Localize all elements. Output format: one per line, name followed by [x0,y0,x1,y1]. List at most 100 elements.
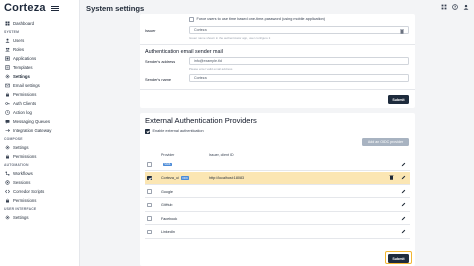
user-icon [4,38,10,43]
force-totp-checkbox[interactable] [189,17,194,22]
edit-pencil-icon[interactable] [401,202,406,207]
queue-icon [4,119,10,124]
sender-name-label: Sender's name [145,77,172,82]
table-row[interactable]: LinkedIn [145,226,410,239]
edit-pencil-icon[interactable] [401,175,406,180]
sidebar-item-users[interactable]: Users [0,36,79,45]
sidebar-section-label: SYSTEM [4,30,20,34]
avatar-icon[interactable] [463,4,469,10]
trash-icon[interactable] [389,175,394,180]
provider-name-text: Google [161,189,173,194]
sidebar-item-email-settings[interactable]: Email settings [0,81,79,90]
provider-enabled-checkbox[interactable] [147,175,152,180]
logo[interactable]: Corteza [0,0,79,16]
provider-enabled-checkbox[interactable] [147,229,152,234]
gateway-icon [4,128,10,133]
sender-address-input[interactable]: info@example.tld [189,57,409,65]
sender-address-label: Sender's address [145,59,176,64]
issuer-label: Issuer [145,28,156,33]
add-oidc-provider-button[interactable]: Add an OIDC provider [362,138,409,146]
table-row[interactable]: Facebook [145,212,410,225]
sidebar-item-label: Workflows [13,171,33,176]
sender-name-input[interactable]: Corteza [189,74,409,82]
issuer-column-header: Issuer, client ID [209,153,234,157]
sidebar-item-templates[interactable]: Templates [0,63,79,72]
sidebar-section-label: AUTOMATION [4,163,29,167]
sidebar-item-label: Permissions [13,198,37,203]
sidebar-item-messaging-queues[interactable]: Messaging Queues [0,117,79,126]
provider-name-text: GitHub [161,203,173,207]
force-totp-row: Force users to use time based one-time-p… [189,17,325,22]
sidebar-item-integration-gateway[interactable]: Integration Gateway [0,126,79,135]
table-row[interactable]: Corteza_ui OIDC http://localhost:18083 [145,171,410,185]
logo-text: Corteza [4,2,46,14]
sidebar-item-settings[interactable]: Settings [0,143,79,152]
enable-external-checkbox[interactable] [145,129,150,134]
sidebar-item-permissions[interactable]: Permissions [0,152,79,161]
sessions-icon [4,180,10,185]
log-icon [4,110,10,115]
provider-enabled-checkbox[interactable] [147,162,152,167]
provider-name-text: LinkedIn [161,230,175,234]
sidebar-section-label: USER INTERFACE [4,207,37,211]
sidebar-item-permissions[interactable]: Permissions [0,196,79,205]
sender-submit-button[interactable]: Submit [388,95,409,104]
sidebar-item-dashboard[interactable]: Dashboard [0,19,79,28]
page-title: System settings [86,3,145,13]
menu-toggle-icon[interactable] [50,5,59,11]
submit-focus-ring [385,251,412,264]
sidebar-nav: Dashboard SYSTEM Users Roles Applications Tem… [0,16,79,222]
provider-column-header: Provider [161,153,175,157]
applications-icon [4,56,10,61]
settings-icon [4,215,10,220]
provider-name: Corteza_ui OIDC [161,176,190,180]
table-row[interactable]: SAML [145,158,410,171]
sender-address-hint: Please enter valid email address [189,67,233,71]
sidebar: Corteza Dashboard SYSTEM Users Roles Applica… [0,0,80,266]
provider-name: SAML [161,162,173,167]
external-auth-title: External Authentication Providers [145,116,257,125]
sidebar-item-action-log[interactable]: Action log [0,108,79,117]
sidebar-item-settings[interactable]: Settings [0,213,79,222]
key-icon [4,101,10,106]
roles-icon [4,47,10,52]
sidebar-item-label: Messaging Queues [13,119,51,124]
sidebar-item-label: Roles [13,47,24,52]
sender-name-value: Corteza [194,76,207,80]
help-icon[interactable] [452,4,458,10]
grid-icon[interactable] [441,4,447,10]
sidebar-item-label: Permissions [13,154,37,159]
provider-name: Google [161,190,173,194]
sidebar-item-sessions[interactable]: Sessions [0,178,79,187]
provider-name: GitHub [161,203,172,207]
email-icon [4,83,10,88]
sidebar-item-applications[interactable]: Applications [0,54,79,63]
lock-icon [4,198,10,203]
sidebar-item-permissions[interactable]: Permissions [0,90,79,99]
lock-icon [4,154,10,159]
sidebar-item-label: Auth Clients [13,101,37,106]
sidebar-item-roles[interactable]: Roles [0,45,79,54]
provider-type-badge: OIDC [180,176,190,180]
sidebar-item-settings[interactable]: Settings [0,72,79,81]
mfa-sender-card: Force users to use time based one-time-p… [140,14,415,108]
sidebar-item-workflows[interactable]: Workflows [0,169,79,178]
edit-pencil-icon[interactable] [401,229,406,234]
issuer-input[interactable]: Corteza [189,26,409,34]
table-row[interactable]: GitHub [145,199,410,212]
dashboard-icon [4,21,10,26]
provider-enabled-checkbox[interactable] [147,216,152,221]
sidebar-item-corredor-scripts[interactable]: Corredor Scripts [0,187,79,196]
edit-pencil-icon[interactable] [401,189,406,194]
edit-pencil-icon[interactable] [401,216,406,221]
sidebar-section-label: COMPOSE [4,137,23,141]
sidebar-item-auth-clients[interactable]: Auth Clients [0,99,79,108]
sender-section-title: Authentication email sender mail [145,49,223,55]
provider-enabled-checkbox[interactable] [147,202,152,207]
edit-pencil-icon[interactable] [401,162,406,167]
trash-icon[interactable] [400,28,404,34]
table-row[interactable]: Google [145,185,410,198]
force-totp-label: Force users to use time based one-time-p… [196,17,326,22]
provider-enabled-checkbox[interactable] [147,189,152,194]
issuer-value: Corteza [194,28,207,32]
